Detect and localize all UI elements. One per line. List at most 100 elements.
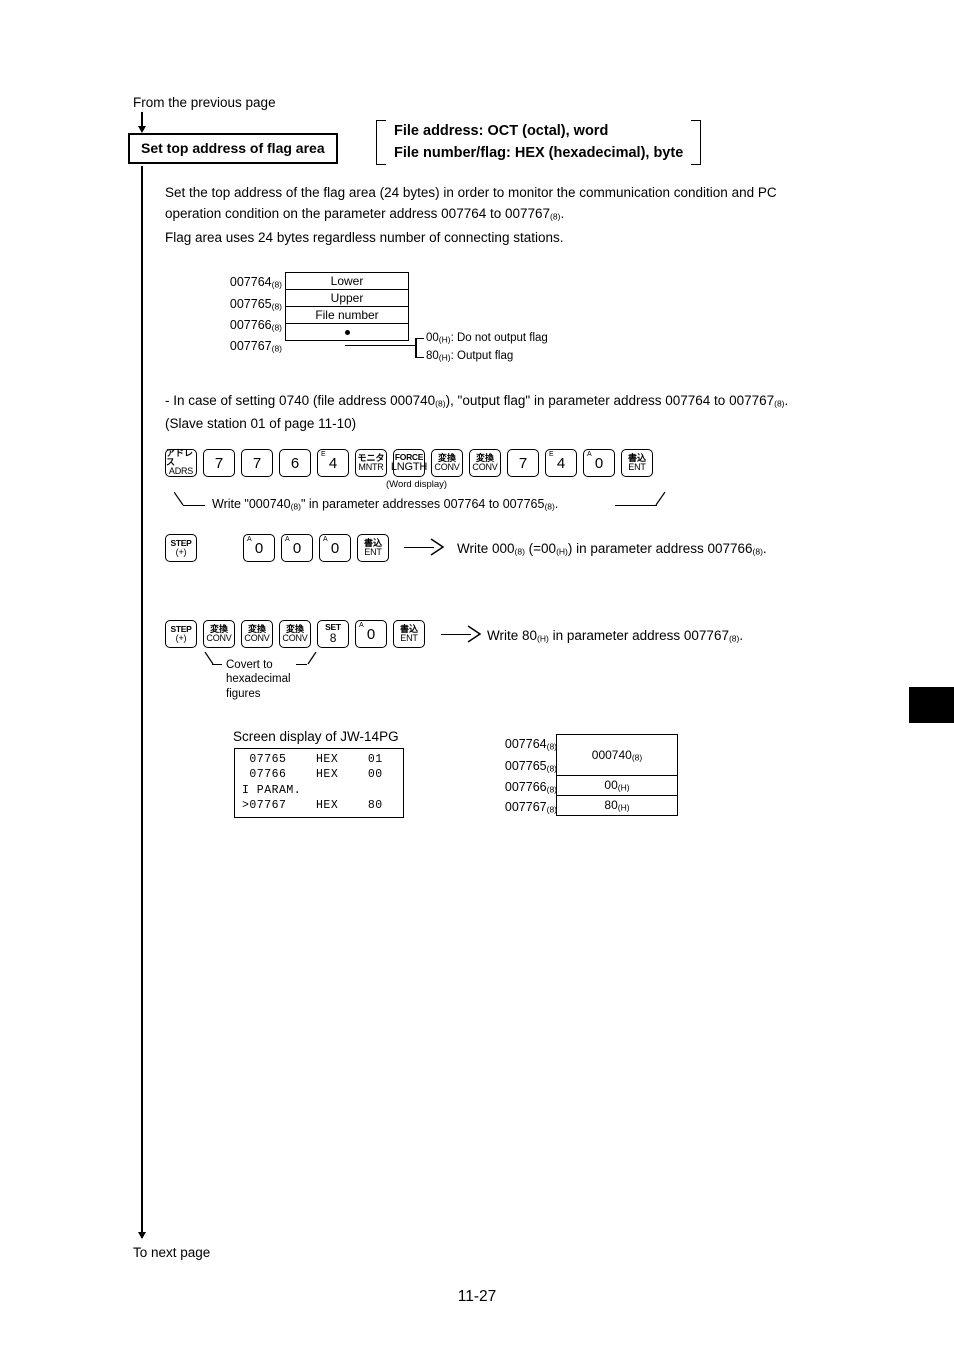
- intro-text: .: [560, 206, 565, 221]
- diagonal-line-icon: [173, 491, 184, 506]
- key-digit-7[interactable]: 7: [203, 449, 235, 477]
- leader-slash-right: [655, 491, 667, 506]
- key-digit-7[interactable]: 7: [507, 449, 539, 477]
- key-label: 4: [556, 454, 566, 472]
- result-row-label: 007765(8): [504, 759, 557, 774]
- intro-text: operation condition on the parameter add…: [165, 206, 551, 221]
- format-note-block: File address: OCT (octal), word File num…: [376, 120, 702, 165]
- key-digit-6[interactable]: 6: [279, 449, 311, 477]
- document-page: From the previous page Set top address o…: [0, 0, 954, 1351]
- key-ent[interactable]: 書込 ENT: [621, 449, 653, 477]
- key-lngth[interactable]: FORCE LNGTH: [390, 449, 428, 477]
- table-row: Lower: [285, 272, 409, 290]
- connector-dot-icon: [344, 330, 350, 336]
- chevron-right-icon: [467, 625, 482, 643]
- flag-row-label: 007764(8): [229, 275, 282, 290]
- result-row-label: 007764(8): [504, 737, 557, 752]
- flag-cell-upper: Upper: [285, 289, 409, 307]
- convert-note-line-1: Covert to: [226, 659, 273, 671]
- arrow-head-icon: [467, 625, 483, 648]
- key-adrs[interactable]: アドレス ADRS: [165, 448, 197, 477]
- key-label-bottom: ENT: [628, 461, 646, 472]
- key-digit-0[interactable]: A0: [319, 534, 351, 562]
- key-label: 7: [518, 454, 528, 472]
- key-label: 4: [328, 454, 338, 472]
- key-label-bottom: CONV: [206, 632, 232, 643]
- result-row-label: 007767(8): [504, 800, 557, 815]
- intro-text: Set the top address of the flag area (24…: [165, 185, 777, 200]
- from-previous-page-label: From the previous page: [133, 95, 276, 110]
- key-digit-0[interactable]: A0: [243, 534, 275, 562]
- result-row-label: 007766(8): [504, 780, 557, 795]
- key-conv[interactable]: 変換 CONV: [203, 620, 235, 648]
- diagonal-line-icon: [307, 651, 317, 665]
- key-conv[interactable]: 変換 CONV: [279, 620, 311, 648]
- key-corner-label: E: [321, 451, 326, 458]
- key-mntr[interactable]: モニタ MNTR: [355, 449, 387, 477]
- key-conv[interactable]: 変換 CONV: [469, 449, 501, 477]
- arrowhead-icon: [137, 126, 146, 133]
- result-cell-file-address: 000740(8): [556, 734, 678, 776]
- flag-row-label: 007765(8): [229, 297, 282, 312]
- word-display-label: (Word display): [386, 479, 448, 490]
- key-label-bottom: (+): [175, 632, 187, 643]
- convert-note-line-2: hexadecimal: [226, 673, 291, 686]
- key-label: 6: [290, 454, 300, 472]
- key-sequence-row-3: STEP (+) 変換 CONV 変換 CONV 変換 CONV SET 8 A 0 書込 ENT: [165, 620, 431, 648]
- key-set-8[interactable]: SET 8: [317, 620, 349, 648]
- key-label: 0: [330, 539, 340, 557]
- convert-note: Covert to hexadecimal figures: [226, 658, 291, 701]
- key-label-bottom: LNGTH: [390, 460, 428, 473]
- key-ent[interactable]: 書込 ENT: [393, 620, 425, 648]
- key-sequence-3-result: Write 80(H) in parameter address 007767(…: [487, 628, 744, 644]
- table-row: Upper: [285, 289, 409, 307]
- intro-line-2: operation condition on the parameter add…: [165, 205, 564, 223]
- key-digit-0[interactable]: A0: [355, 620, 387, 648]
- key-sequence-row-1: アドレス ADRS 7 7 6 E 4 モニタ MNTR FORCE LNGTH 変換 CONV 変換 CO…: [165, 448, 659, 477]
- flag-row-label: 007766(8): [229, 318, 282, 333]
- table-row: 000740(8): [556, 734, 678, 776]
- key-sequence-row-2-step: STEP (+): [165, 534, 203, 562]
- flag-cell-flag: [285, 323, 409, 341]
- callout-no-output-flag: 00(H): Do not output flag: [426, 332, 548, 345]
- key-label: 7: [252, 454, 262, 472]
- key-ent[interactable]: 書込 ENT: [357, 534, 389, 562]
- key-sequence-1-caption: Write "000740(8)" in parameter addresses…: [212, 497, 559, 512]
- callout-leader-top: [415, 338, 424, 340]
- page-title: Set top address of flag area: [141, 140, 325, 156]
- key-label-bottom: CONV: [472, 461, 498, 472]
- subscript-octal: (8): [550, 211, 561, 222]
- key-digit-7[interactable]: 7: [241, 449, 273, 477]
- note-line-file-number: File number/flag: HEX (hexadecimal), byt…: [394, 145, 684, 162]
- key-digit-4[interactable]: E4: [317, 449, 349, 477]
- key-conv[interactable]: 変換 CONV: [431, 449, 463, 477]
- leader-line-left: [183, 505, 205, 507]
- key-corner-label: E: [549, 451, 554, 458]
- convert-note-line-3: figures: [226, 687, 261, 700]
- leader-slash-right-2: [306, 651, 318, 666]
- key-corner-label: A: [323, 536, 328, 543]
- key-corner-label: A: [359, 622, 364, 629]
- key-label-top: アドレス: [166, 448, 194, 468]
- key-label: 0: [254, 539, 264, 557]
- key-step-plus[interactable]: STEP (+): [165, 534, 197, 562]
- flow-line-main: [141, 166, 143, 1238]
- flag-row-label: 007767(8): [229, 339, 282, 354]
- key-label-bottom: CONV: [244, 632, 270, 643]
- callout-leader-horizontal: [345, 344, 416, 346]
- format-note-lines: File address: OCT (octal), word File num…: [386, 120, 691, 165]
- key-digit-0[interactable]: A0: [583, 449, 615, 477]
- key-digit-4[interactable]: E4: [545, 449, 577, 477]
- result-address-table: 000740(8) 00(H) 80(H): [556, 734, 678, 816]
- key-conv[interactable]: 変換 CONV: [241, 620, 273, 648]
- leader-line-left-2: [212, 664, 222, 666]
- leader-slash-left: [173, 491, 186, 506]
- key-label: 0: [292, 539, 302, 557]
- page-number: 11-27: [457, 1288, 497, 1305]
- key-digit-0[interactable]: A0: [281, 534, 313, 562]
- bracket-left-icon: [376, 120, 386, 165]
- key-corner-label: A: [247, 536, 252, 543]
- key-corner-label: A: [285, 536, 290, 543]
- callout-leader-bottom: [415, 357, 424, 359]
- key-step-plus[interactable]: STEP (+): [165, 620, 197, 648]
